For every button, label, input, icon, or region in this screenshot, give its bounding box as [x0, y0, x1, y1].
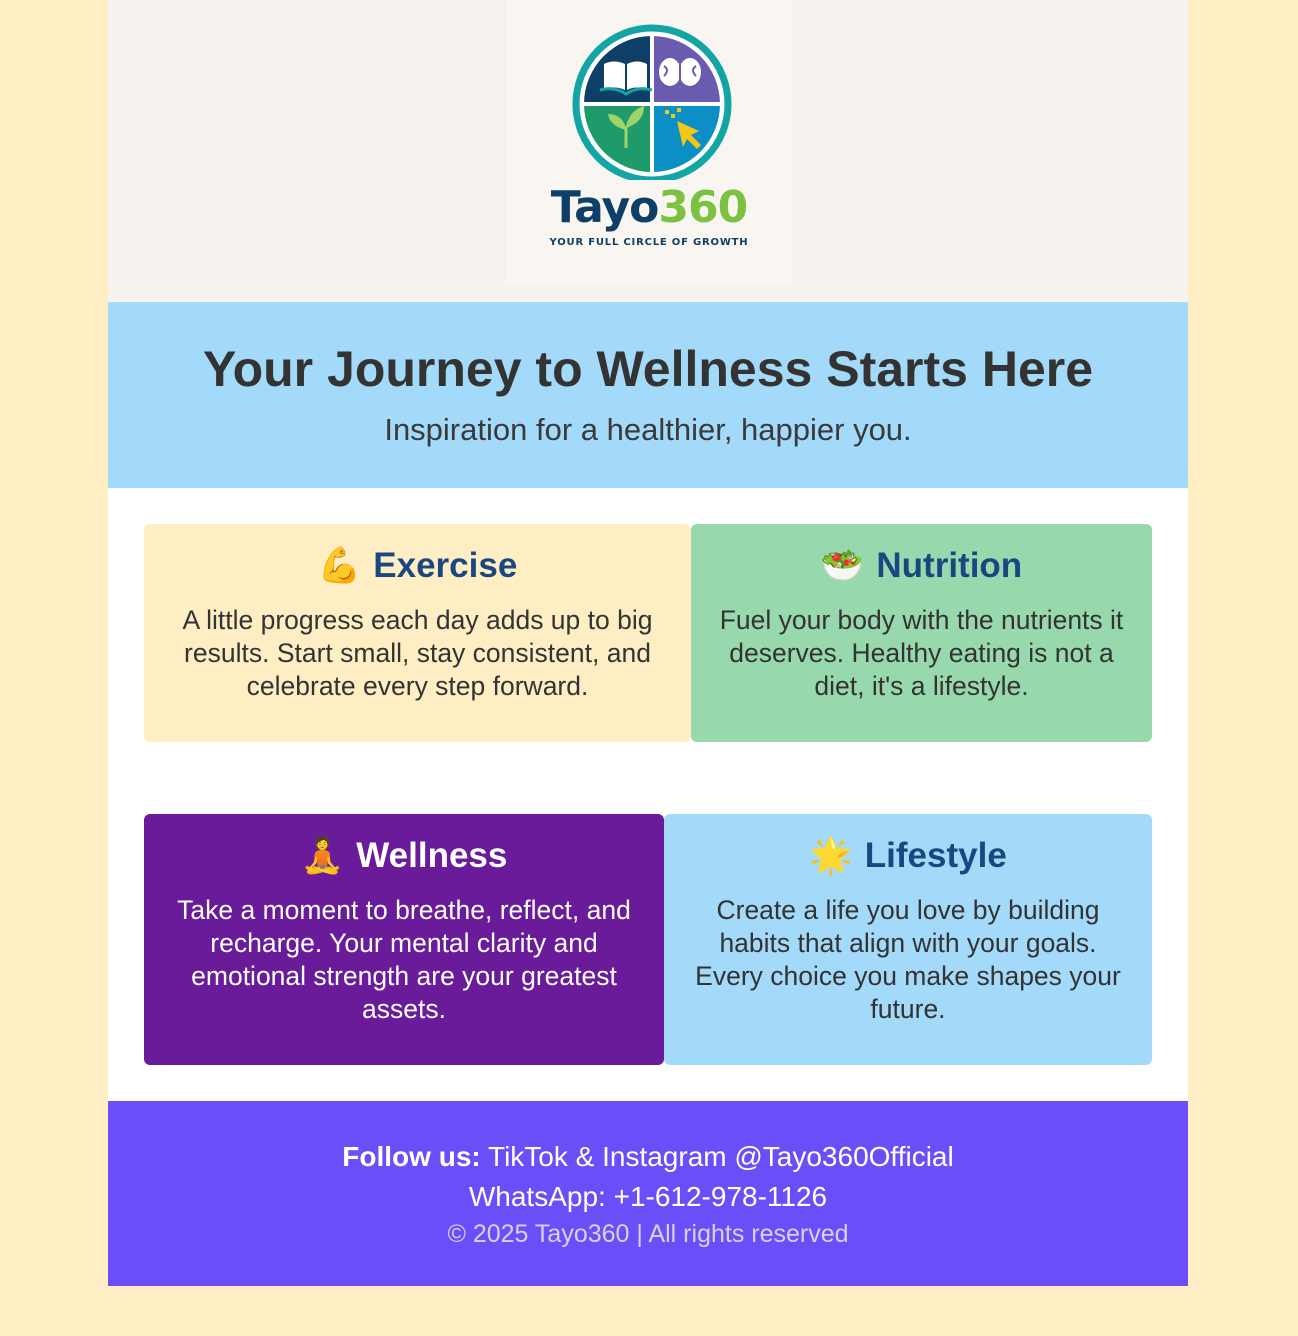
- card-title-text: Wellness: [356, 836, 508, 875]
- card-title: 🧘 Wellness: [144, 836, 664, 876]
- social-handles[interactable]: TikTok & Instagram @Tayo360Official: [488, 1141, 954, 1172]
- brain-icon: [659, 58, 701, 86]
- logo-emblem: [572, 24, 732, 180]
- meditation-icon: 🧘: [300, 836, 345, 875]
- card-text: A little progress each day adds up to bi…: [182, 605, 653, 701]
- logo: Tayo360 YOUR FULL CIRCLE OF GROWTH: [506, 0, 792, 284]
- card-title: 🥗 Nutrition: [691, 546, 1152, 586]
- card-text: Create a life you love by building habit…: [695, 895, 1121, 1024]
- email-container: Tayo360 YOUR FULL CIRCLE OF GROWTH Your …: [108, 0, 1188, 1286]
- card-wellness: 🧘 Wellness Take a moment to breathe, refl…: [144, 814, 664, 1065]
- card-nutrition: 🥗 Nutrition Fuel your body with the nutri…: [691, 524, 1152, 742]
- brand-name: Tayo360: [506, 180, 792, 236]
- brand-name-part2: 360: [658, 182, 748, 233]
- hero-banner: Your Journey to Wellness Starts Here Ins…: [108, 302, 1188, 488]
- salad-icon: 🥗: [820, 546, 865, 585]
- card-title-text: Exercise: [373, 546, 518, 585]
- cards-section: 💪 Exercise A little progress each day add…: [108, 488, 1188, 1101]
- card-title-text: Nutrition: [876, 546, 1023, 585]
- card-title: 💪 Exercise: [144, 546, 691, 586]
- hero-title: Your Journey to Wellness Starts Here: [202, 341, 1094, 397]
- card-lifestyle: 🌟 Lifestyle Create a life you love by bui…: [664, 814, 1152, 1065]
- glowing-star-icon: 🌟: [809, 836, 853, 875]
- footer: Follow us: TikTok & Instagram @Tayo360Of…: [108, 1101, 1188, 1286]
- card-exercise: 💪 Exercise A little progress each day add…: [144, 524, 691, 742]
- header: Tayo360 YOUR FULL CIRCLE OF GROWTH: [108, 0, 1188, 302]
- card-title-text: Lifestyle: [864, 836, 1007, 875]
- hero-subtitle: Inspiration for a healthier, happier you…: [384, 412, 912, 447]
- follow-label: Follow us:: [342, 1141, 481, 1172]
- follow-line: Follow us: TikTok & Instagram @Tayo360Of…: [108, 1137, 1188, 1177]
- flexed-biceps-icon: 💪: [317, 546, 362, 585]
- whatsapp-contact[interactable]: WhatsApp: +1-612-978-1126: [108, 1177, 1188, 1217]
- brand-tagline: YOUR FULL CIRCLE OF GROWTH: [549, 237, 749, 248]
- copyright: © 2025 Tayo360 | All rights reserved: [447, 1220, 849, 1248]
- card-text: Fuel your body with the nutrients it des…: [719, 605, 1124, 701]
- brand-name-part1: Tayo: [550, 182, 660, 233]
- card-title: 🌟 Lifestyle: [664, 836, 1152, 876]
- card-text: Take a moment to breathe, reflect, and r…: [177, 895, 631, 1024]
